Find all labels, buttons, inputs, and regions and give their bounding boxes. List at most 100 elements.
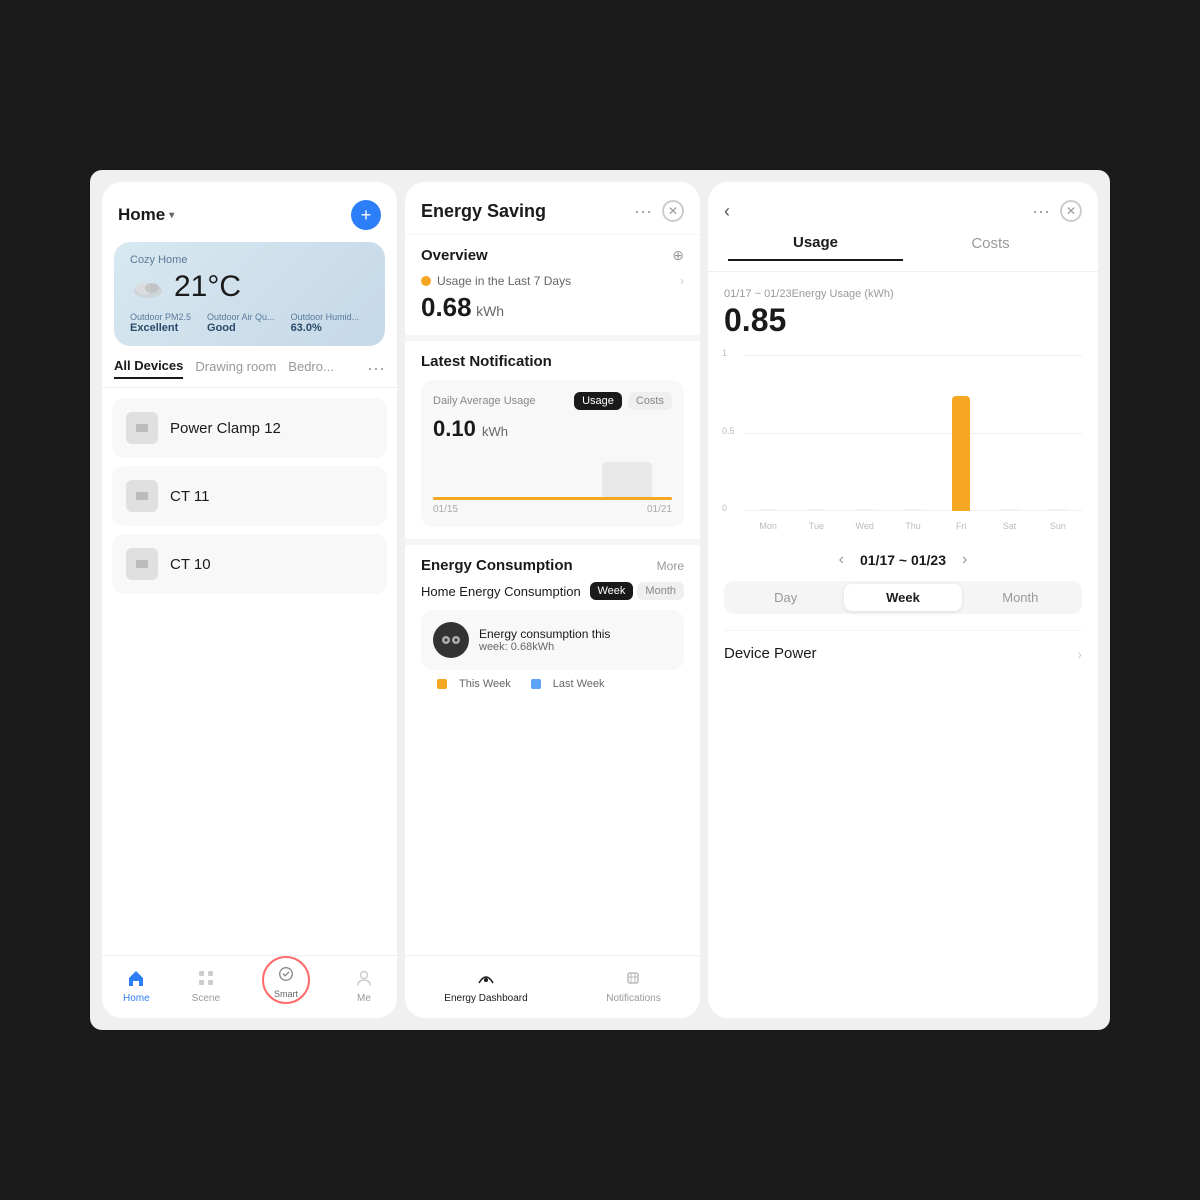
bar-tue [792, 355, 840, 511]
device-name-ct11: CT 11 [170, 488, 209, 505]
consumption-title: Energy Consumption [421, 557, 573, 574]
usage-close-button[interactable]: ✕ [1060, 200, 1082, 222]
tab-drawing-room[interactable]: Drawing room [195, 359, 276, 378]
energy-dashboard-label: Energy Dashboard [444, 993, 527, 1004]
weather-pm25-value: Excellent [130, 322, 191, 334]
tab-usage[interactable]: Usage [728, 234, 903, 261]
bar-chart: 1 0.5 0 [724, 355, 1082, 535]
grid-label-0: 0 [722, 503, 727, 513]
tab-bedroom[interactable]: Bedro... [288, 359, 334, 378]
notification-title: Latest Notification [421, 353, 684, 370]
nav-home[interactable]: Home [123, 966, 150, 1004]
day-label-wed: Wed [841, 521, 889, 531]
device-name-power-clamp: Power Clamp 12 [170, 420, 281, 437]
view-tab-week[interactable]: Week [844, 584, 961, 611]
nav-me[interactable]: Me [352, 966, 376, 1004]
view-tab-day[interactable]: Day [727, 584, 844, 611]
usage-costs-tabs: Usage Costs [708, 230, 1098, 272]
tab-costs[interactable]: Costs [903, 235, 1078, 260]
device-item-power-clamp[interactable]: Power Clamp 12 [112, 398, 387, 458]
date-range-forward-arrow[interactable]: › [962, 551, 967, 569]
home-title[interactable]: Home ▾ [118, 205, 174, 225]
bar-thu-fill [904, 509, 922, 511]
home-title-text: Home [118, 205, 165, 225]
notifications-label: Notifications [606, 993, 660, 1004]
notif-tab-usage[interactable]: Usage [574, 392, 622, 410]
home-bottom-nav: Home Scene [102, 955, 397, 1018]
date-range-back-arrow[interactable]: ‹ [839, 551, 844, 569]
back-button[interactable]: ‹ [724, 201, 730, 222]
grid-label-05: 0.5 [722, 426, 735, 436]
smart-icon [274, 962, 298, 986]
energy-bottom-nav: Energy Dashboard Notifications [405, 955, 700, 1018]
nav-smart[interactable]: Smart [262, 956, 310, 1004]
device-list: Power Clamp 12 CT 11 [102, 398, 397, 955]
energy-nav-notifications[interactable]: Notifications [606, 966, 660, 1004]
nav-smart-label: Smart [274, 989, 298, 999]
consumption-device-card: Energy consumption this week: 0.68kWh [421, 610, 684, 670]
nav-me-label: Me [357, 993, 371, 1004]
device-item-ct10[interactable]: CT 10 [112, 534, 387, 594]
last-week-legend-dot [531, 679, 541, 689]
consumption-device-icon [433, 622, 469, 658]
notification-card: Daily Average Usage Usage Costs 0.10 kWh [421, 380, 684, 527]
overview-settings-icon[interactable]: ⊕ [672, 247, 684, 264]
energy-header-icons: ··· ✕ [634, 200, 684, 222]
notification-tabs: Usage Costs [574, 392, 672, 410]
device-icon-ct10 [126, 548, 158, 580]
device-power-row[interactable]: Device Power › [724, 630, 1082, 676]
energy-close-button[interactable]: ✕ [662, 200, 684, 222]
period-tabs: Week Month [590, 582, 685, 600]
bar-mon [744, 355, 792, 511]
weather-pm25-label: Outdoor PM2.5 [130, 312, 191, 322]
device-icon-ct11 [126, 480, 158, 512]
period-tab-month[interactable]: Month [637, 582, 684, 600]
date-range-text: 01/17 ~ 01/23 [860, 552, 946, 568]
cloud-icon [130, 275, 166, 299]
bar-wed [841, 355, 889, 511]
consumption-more-link[interactable]: More [657, 559, 684, 573]
day-label-sat: Sat [985, 521, 1033, 531]
nav-scene-label: Scene [192, 993, 220, 1004]
usage-header-icons: ··· ✕ [1032, 200, 1082, 222]
day-label-thu: Thu [889, 521, 937, 531]
usage-chevron-icon: › [680, 274, 684, 288]
me-icon [352, 966, 376, 990]
tab-all-devices[interactable]: All Devices [114, 358, 183, 379]
view-tabs: Day Week Month [724, 581, 1082, 614]
consumption-device-value: week: 0.68kWh [479, 641, 610, 653]
mini-chart [433, 452, 672, 500]
bar-fri [937, 355, 985, 511]
device-tabs: All Devices Drawing room Bedro... ··· [102, 358, 397, 388]
device-power-label: Device Power [724, 645, 817, 662]
period-tab-week[interactable]: Week [590, 582, 634, 600]
home-header: Home ▾ + [102, 182, 397, 238]
usage-more-icon[interactable]: ··· [1032, 201, 1050, 222]
device-item-ct11[interactable]: CT 11 [112, 466, 387, 526]
nav-scene[interactable]: Scene [192, 966, 220, 1004]
view-tab-month[interactable]: Month [962, 584, 1079, 611]
legend-row: This Week Last Week [421, 670, 684, 698]
panel-home: Home ▾ + Cozy Home 21°C [102, 182, 397, 1018]
device-power-chevron-icon: › [1077, 646, 1082, 662]
this-week-legend-dot [437, 679, 447, 689]
consumption-sub-title: Home Energy Consumption [421, 584, 581, 599]
weather-humid-value: 63.0% [291, 322, 360, 334]
chevron-down-icon: ▾ [169, 210, 174, 221]
mini-chart-bar [602, 462, 652, 497]
energy-nav-dashboard[interactable]: Energy Dashboard [444, 966, 527, 1004]
notif-tab-costs[interactable]: Costs [628, 392, 672, 410]
bar-mon-fill [759, 509, 777, 511]
bar-day-labels: Mon Tue Wed Thu Fri Sat Sun [744, 521, 1082, 531]
bars-container [744, 355, 1082, 511]
overview-section: Overview ⊕ Usage in the Last 7 Days › 0.… [405, 235, 700, 341]
energy-more-icon[interactable]: ··· [634, 201, 652, 222]
panel-usage: ‹ ··· ✕ Usage Costs 01/17 ~ 01/23Energy … [708, 182, 1098, 1018]
weather-location: Cozy Home [130, 254, 369, 266]
usage-body: 01/17 ~ 01/23Energy Usage (kWh) 0.85 1 0… [708, 272, 1098, 1018]
add-button[interactable]: + [351, 200, 381, 230]
nav-home-label: Home [123, 993, 150, 1004]
this-week-legend-label: This Week [459, 678, 511, 690]
devices-more-icon[interactable]: ··· [367, 358, 385, 379]
device-icon-power-clamp [126, 412, 158, 444]
